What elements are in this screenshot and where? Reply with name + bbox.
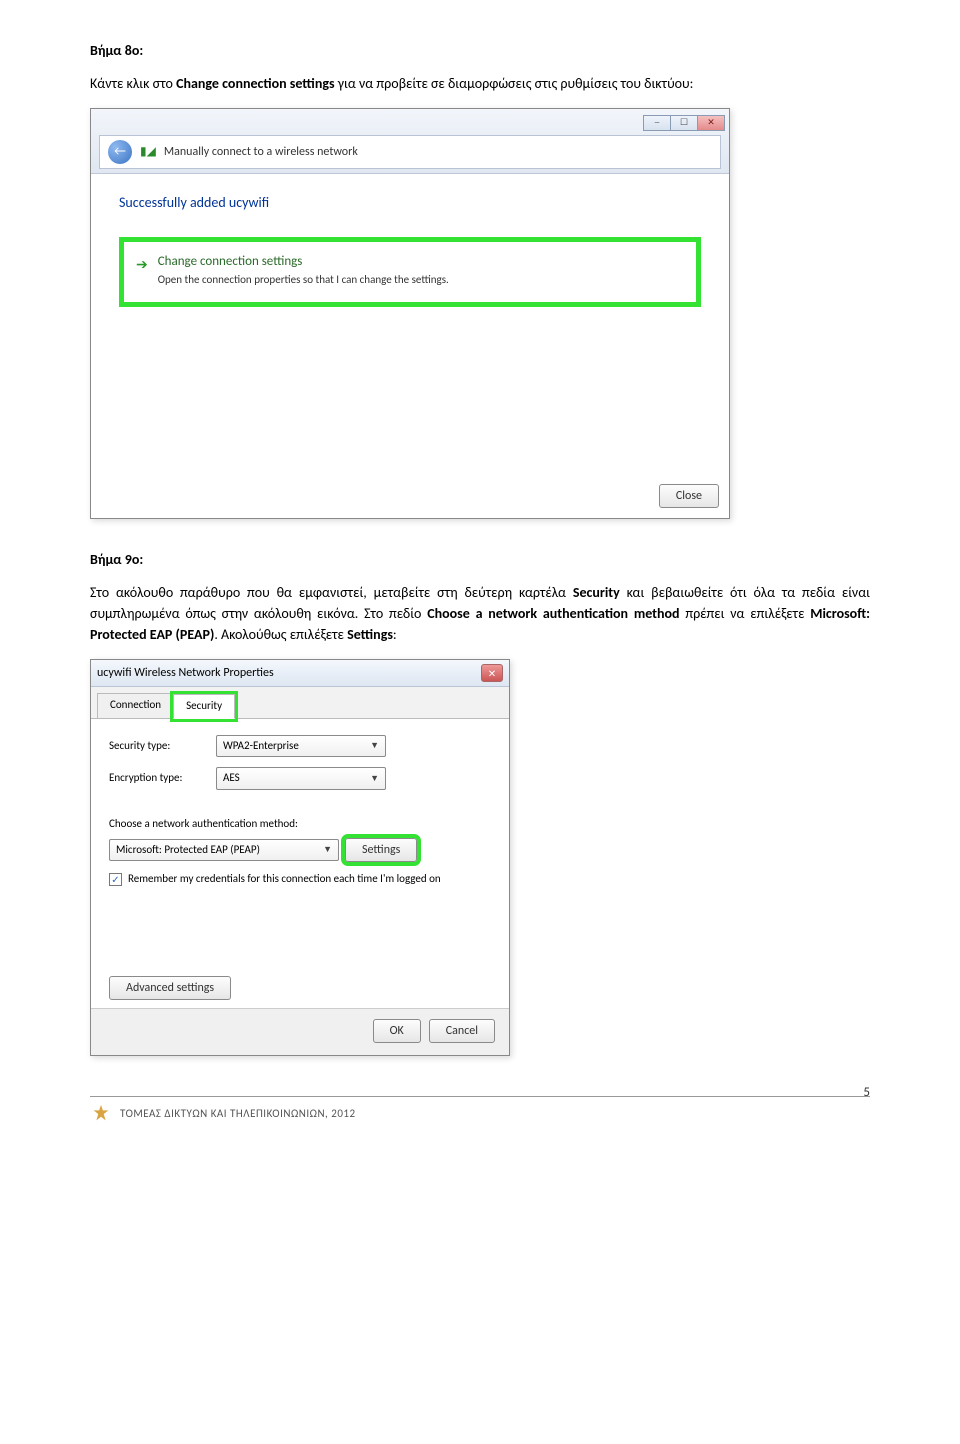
step8-text: Κάντε κλικ στο Change connection setting…	[90, 73, 870, 94]
security-type-combo[interactable]: WPA2-Enterprise ▼	[216, 735, 386, 758]
step9-heading: Βήμα 9ο:	[90, 549, 870, 570]
footer-left: ΤΟΜΕΑΣ ΔΙΚΤΥΩΝ ΚΑΙ ΤΗΛΕΠΙΚΟΙΝΩΝΙΩΝ, 2012	[90, 1103, 356, 1125]
window-chrome: ─ ☐ ✕ ← ▮◢ Manually connect to a wireles…	[91, 109, 729, 174]
b1: Security	[573, 584, 620, 601]
step8-text-post: για να προβείτε σε διαμορφώσεις στις ρυθ…	[335, 75, 694, 92]
auth-method-row: Microsoft: Protected EAP (PEAP) ▼ Settin…	[109, 838, 491, 862]
change-settings-link[interactable]: Change connection settings Open the conn…	[158, 252, 449, 288]
dialog-close-button[interactable]: ✕	[481, 664, 503, 682]
signal-icon: ▮◢	[140, 143, 156, 161]
t3: πρέπει να επιλέξετε	[680, 605, 811, 622]
chevron-down-icon: ▼	[323, 843, 332, 857]
tab-security[interactable]: Security	[173, 694, 235, 719]
dialog-title: ucywifi Wireless Network Properties	[97, 664, 274, 682]
auth-method-label: Choose a network authentication method:	[109, 816, 491, 833]
security-type-value: WPA2-Enterprise	[223, 738, 299, 755]
tab-connection[interactable]: Connection	[97, 693, 174, 718]
dialog-body: Security type: WPA2-Enterprise ▼ Encrypt…	[91, 719, 509, 1009]
dialog-buttons: OK Cancel	[91, 1008, 509, 1055]
auth-settings-button[interactable]: Settings	[345, 838, 417, 862]
remember-credentials-row: ✓ Remember my credentials for this conne…	[109, 872, 491, 886]
step8-heading: Βήμα 8ο:	[90, 40, 870, 61]
close-button[interactable]: ✕	[697, 115, 725, 131]
titlebar: ─ ☐ ✕	[95, 113, 725, 135]
arrow-icon: ➔	[136, 254, 148, 275]
advanced-row: Advanced settings	[109, 976, 491, 1000]
change-settings-title: Change connection settings	[158, 252, 449, 272]
wizard-header: ← ▮◢ Manually connect to a wireless netw…	[99, 135, 721, 169]
t5: :	[393, 626, 397, 643]
back-button[interactable]: ←	[108, 140, 132, 164]
close-wizard-button[interactable]: Close	[659, 484, 719, 508]
encryption-type-label: Encryption type:	[109, 770, 204, 787]
university-logo-icon	[90, 1103, 112, 1125]
chevron-down-icon: ▼	[370, 739, 379, 753]
encryption-type-combo[interactable]: AES ▼	[216, 767, 386, 790]
page-footer: ΤΟΜΕΑΣ ΔΙΚΤΥΩΝ ΚΑΙ ΤΗΛΕΠΙΚΟΙΝΩΝΙΩΝ, 2012…	[90, 1096, 870, 1125]
step8-text-bold: Change connection settings	[176, 75, 335, 92]
auth-method-combo[interactable]: Microsoft: Protected EAP (PEAP) ▼	[109, 839, 339, 862]
chevron-down-icon: ▼	[370, 772, 379, 786]
ok-button[interactable]: OK	[373, 1019, 421, 1043]
dialog-titlebar: ucywifi Wireless Network Properties ✕	[91, 660, 509, 687]
remember-credentials-label: Remember my credentials for this connect…	[128, 872, 441, 886]
change-settings-subtitle: Open the connection properties so that I…	[158, 272, 449, 289]
wizard-body: Successfully added ucywifi ➔ Change conn…	[91, 174, 729, 484]
success-message: Successfully added ucywifi	[119, 192, 701, 213]
wizard-title: Manually connect to a wireless network	[164, 143, 358, 161]
security-type-row: Security type: WPA2-Enterprise ▼	[109, 735, 491, 758]
footer-text: ΤΟΜΕΑΣ ΔΙΚΤΥΩΝ ΚΑΙ ΤΗΛΕΠΙΚΟΙΝΩΝΙΩΝ, 2012	[120, 1106, 356, 1123]
wizard-footer: Close	[91, 484, 729, 518]
t4: . Ακολούθως επιλέξετε	[214, 626, 347, 643]
b2: Choose a network authentication method	[427, 605, 679, 622]
security-type-label: Security type:	[109, 738, 204, 755]
b4: Settings	[347, 626, 393, 643]
minimize-button[interactable]: ─	[643, 115, 671, 131]
auth-method-value: Microsoft: Protected EAP (PEAP)	[116, 842, 260, 859]
encryption-type-value: AES	[223, 770, 240, 787]
encryption-type-row: Encryption type: AES ▼	[109, 767, 491, 790]
cancel-button[interactable]: Cancel	[429, 1019, 495, 1043]
network-properties-dialog: ucywifi Wireless Network Properties ✕ Co…	[90, 659, 510, 1056]
remember-credentials-checkbox[interactable]: ✓	[109, 873, 122, 886]
step9-text: Στο ακόλουθο παράθυρο που θα εμφανιστεί,…	[90, 582, 870, 645]
wireless-wizard-window: ─ ☐ ✕ ← ▮◢ Manually connect to a wireles…	[90, 108, 730, 519]
tab-strip: Connection Security	[91, 687, 509, 719]
step8-text-pre: Κάντε κλικ στο	[90, 75, 176, 92]
page-number: 5	[863, 1083, 870, 1103]
change-settings-highlight: ➔ Change connection settings Open the co…	[119, 237, 701, 307]
advanced-settings-button[interactable]: Advanced settings	[109, 976, 231, 1000]
maximize-button[interactable]: ☐	[670, 115, 698, 131]
t1: Στο ακόλουθο παράθυρο που θα εμφανιστεί,…	[90, 584, 573, 601]
